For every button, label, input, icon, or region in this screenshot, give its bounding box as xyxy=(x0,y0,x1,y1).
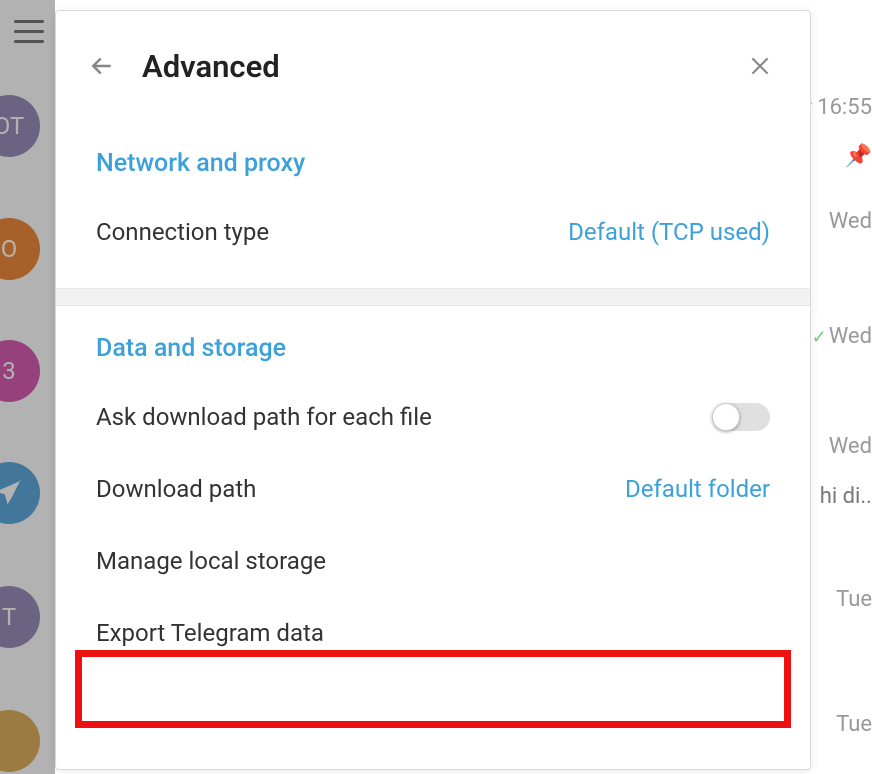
connection-type-label: Connection type xyxy=(96,218,269,246)
ask-download-path-label: Ask download path for each file xyxy=(96,403,432,431)
connection-type-value: Default (TCP used) xyxy=(568,218,770,246)
chat-list-right: ✓✓16:55 📌 Wed ✓✓Wed Wed hi di.. Tue Tue xyxy=(812,0,872,774)
close-button[interactable] xyxy=(740,46,780,86)
download-path-label: Download path xyxy=(96,475,256,503)
toggle-knob xyxy=(712,403,740,431)
close-icon xyxy=(747,53,773,79)
manage-local-storage-row[interactable]: Manage local storage xyxy=(96,525,770,597)
export-telegram-data-row[interactable]: Export Telegram data xyxy=(96,597,770,669)
back-button[interactable] xyxy=(82,46,122,86)
manage-local-storage-label: Manage local storage xyxy=(96,547,326,575)
section-divider xyxy=(56,288,810,306)
back-arrow-icon xyxy=(87,51,117,81)
network-section-title: Network and proxy xyxy=(96,121,770,196)
ask-download-path-row[interactable]: Ask download path for each file xyxy=(96,381,770,453)
download-path-row[interactable]: Download path Default folder xyxy=(96,453,770,525)
panel-title: Advanced xyxy=(142,48,740,85)
ask-download-path-toggle[interactable] xyxy=(712,403,770,431)
connection-type-row[interactable]: Connection type Default (TCP used) xyxy=(96,196,770,268)
advanced-settings-panel: Advanced Network and proxy Connection ty… xyxy=(55,10,811,770)
download-path-value: Default folder xyxy=(625,475,770,503)
panel-header: Advanced xyxy=(56,11,810,121)
network-section: Network and proxy Connection type Defaul… xyxy=(56,121,810,268)
export-telegram-data-label: Export Telegram data xyxy=(96,619,324,647)
data-storage-section-title: Data and storage xyxy=(96,306,770,381)
pin-icon: 📌 xyxy=(845,144,872,169)
data-storage-section: Data and storage Ask download path for e… xyxy=(56,306,810,669)
